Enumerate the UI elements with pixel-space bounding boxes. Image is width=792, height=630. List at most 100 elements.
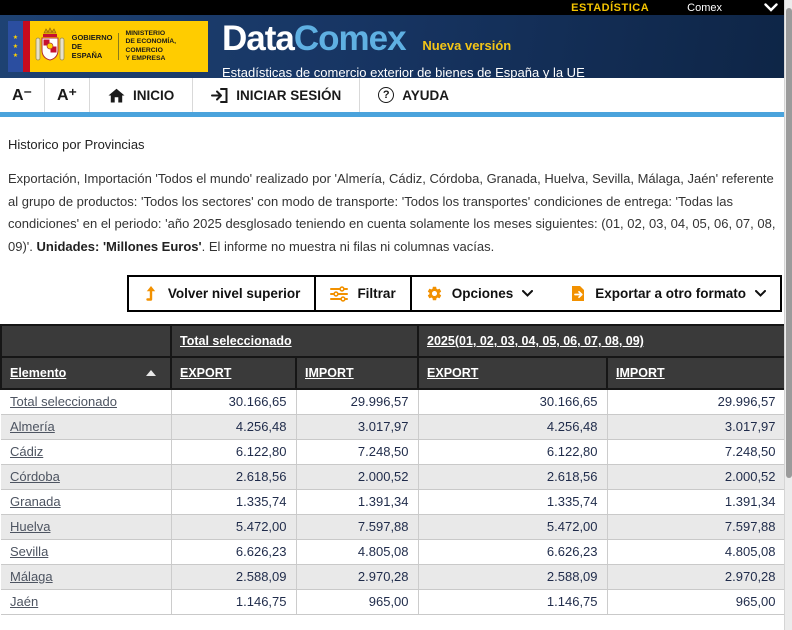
home-icon (108, 88, 125, 103)
column-header-export-2025[interactable]: EXPORT (418, 357, 607, 389)
element-cell: Granada (1, 489, 171, 514)
element-cell: Cádiz (1, 439, 171, 464)
value-cell: 29.996,57 (607, 389, 785, 414)
value-cell: 2.970,28 (296, 564, 418, 589)
value-cell: 6.626,23 (171, 539, 296, 564)
scrollbar-thumb[interactable] (786, 8, 792, 478)
top-bar: ESTADÍSTICA Comex (0, 0, 792, 15)
font-decrease-button[interactable]: A⁻ (0, 78, 45, 112)
nav-item-iniciar-sesion[interactable]: INICIAR SESIÓN (193, 78, 360, 112)
value-cell: 3.017,97 (296, 414, 418, 439)
value-cell: 29.996,57 (296, 389, 418, 414)
page-content: Historico por Provincias Exportación, Im… (0, 117, 792, 312)
value-cell: 2.970,28 (607, 564, 785, 589)
column-header-elemento[interactable]: Elemento (1, 357, 171, 389)
element-cell: Huelva (1, 514, 171, 539)
report-description: Exportación, Importación 'Todos el mundo… (8, 168, 782, 258)
value-cell: 965,00 (607, 589, 785, 614)
government-label: GOBIERNO (72, 33, 113, 42)
app-title: DataComex Nueva versión (222, 21, 585, 64)
toolbar-dropdown-group: Opciones Exportar a otro formato (410, 275, 782, 312)
element-link[interactable]: Jaén (10, 594, 38, 609)
filter-button[interactable]: Filtrar (314, 275, 411, 312)
value-cell: 4.805,08 (607, 539, 785, 564)
group-header-total[interactable]: Total seleccionado (171, 325, 418, 357)
value-cell: 3.017,97 (607, 414, 785, 439)
column-header-import-2025[interactable]: IMPORT (607, 357, 785, 389)
element-link[interactable]: Huelva (10, 519, 50, 534)
app-title-block: DataComex Nueva versión Estadísticas de … (222, 21, 585, 80)
element-link[interactable]: Málaga (10, 569, 53, 584)
element-cell: Sevilla (1, 539, 171, 564)
element-link[interactable]: Granada (10, 494, 61, 509)
app-selector-value: Comex (687, 2, 722, 14)
corner-cell (1, 325, 171, 357)
value-cell: 7.248,50 (607, 439, 785, 464)
filter-sliders-icon (330, 286, 348, 302)
nav-item-inicio[interactable]: INICIO (90, 78, 193, 112)
element-link[interactable]: Sevilla (10, 544, 48, 559)
value-cell: 7.597,88 (607, 514, 785, 539)
element-cell: Málaga (1, 564, 171, 589)
value-cell: 4.256,48 (171, 414, 296, 439)
value-cell: 4.805,08 (296, 539, 418, 564)
table-row: Jaén1.146,75965,001.146,75965,00 (1, 589, 785, 614)
element-cell: Córdoba (1, 464, 171, 489)
value-cell: 2.000,52 (607, 464, 785, 489)
value-cell: 2.618,56 (171, 464, 296, 489)
value-cell: 2.000,52 (296, 464, 418, 489)
column-header-import-total[interactable]: IMPORT (296, 357, 418, 389)
export-dropdown[interactable]: Exportar a otro formato (571, 285, 766, 302)
help-icon: ? (378, 87, 394, 103)
value-cell: 6.122,80 (418, 439, 607, 464)
element-cell: Almería (1, 414, 171, 439)
value-cell: 2.588,09 (418, 564, 607, 589)
provinces-table: Total seleccionado 2025(01, 02, 03, 04, … (0, 324, 786, 615)
estadistica-brand: ESTADÍSTICA (571, 2, 649, 14)
login-icon (211, 88, 228, 103)
value-cell: 2.588,09 (171, 564, 296, 589)
app-selector[interactable]: Comex (687, 2, 722, 14)
value-cell: 1.146,75 (171, 589, 296, 614)
eu-flag-strip: ★ ★ ★ (8, 21, 23, 72)
element-link[interactable]: Almería (10, 419, 55, 434)
table-row: Cádiz6.122,807.248,506.122,807.248,50 (1, 439, 785, 464)
chevron-down-icon (522, 290, 533, 297)
table-row: Sevilla6.626,234.805,086.626,234.805,08 (1, 539, 785, 564)
gobierno-espana-logo[interactable]: ★ ★ ★ GOBIERNO (8, 21, 208, 72)
group-header-row: Total seleccionado 2025(01, 02, 03, 04, … (1, 325, 785, 357)
element-link[interactable]: Total seleccionado (10, 394, 117, 409)
column-header-export-total[interactable]: EXPORT (171, 357, 296, 389)
back-level-button[interactable]: Volver nivel superior (127, 275, 317, 312)
value-cell: 1.391,34 (296, 489, 418, 514)
star-icon: ★ (13, 44, 18, 50)
table-row: Total seleccionado30.166,6529.996,5730.1… (1, 389, 785, 414)
value-cell: 4.256,48 (418, 414, 607, 439)
value-cell: 1.335,74 (171, 489, 296, 514)
chevron-down-icon (755, 290, 766, 297)
report-toolbar: Volver nivel superior Filtrar Opciones (8, 275, 782, 312)
value-cell: 30.166,65 (171, 389, 296, 414)
main-nav: A⁻ A⁺ INICIO INICIAR SESIÓN ? AYUDA (0, 78, 792, 112)
options-dropdown[interactable]: Opciones (426, 285, 534, 302)
value-cell: 5.472,00 (171, 514, 296, 539)
element-link[interactable]: Cádiz (10, 444, 43, 459)
group-header-2025[interactable]: 2025(01, 02, 03, 04, 05, 06, 07, 08, 09) (418, 325, 785, 357)
sort-ascending-icon[interactable] (146, 370, 156, 376)
value-cell: 1.146,75 (418, 589, 607, 614)
datacomex-app: ESTADÍSTICA Comex ★ ★ ★ (0, 0, 792, 630)
element-link[interactable]: Córdoba (10, 469, 60, 484)
logo-text: GOBIERNO DE ESPAÑA MINISTERIO DE ECONOMÍ… (70, 21, 208, 72)
chevron-down-icon[interactable] (764, 3, 778, 12)
value-cell: 7.597,88 (296, 514, 418, 539)
value-cell: 5.472,00 (418, 514, 607, 539)
value-cell: 7.248,50 (296, 439, 418, 464)
spain-red-stripe (23, 21, 30, 72)
gear-icon (426, 285, 443, 302)
nav-item-ayuda[interactable]: ? AYUDA (360, 78, 467, 112)
app-subtitle: Estadísticas de comercio exterior de bie… (222, 65, 585, 80)
app-header: ★ ★ ★ GOBIERNO (0, 15, 792, 78)
vertical-scrollbar[interactable] (784, 0, 792, 630)
font-increase-button[interactable]: A⁺ (45, 78, 90, 112)
column-header-row: Elemento EXPORT IMPORT EXPORT IMPORT (1, 357, 785, 389)
